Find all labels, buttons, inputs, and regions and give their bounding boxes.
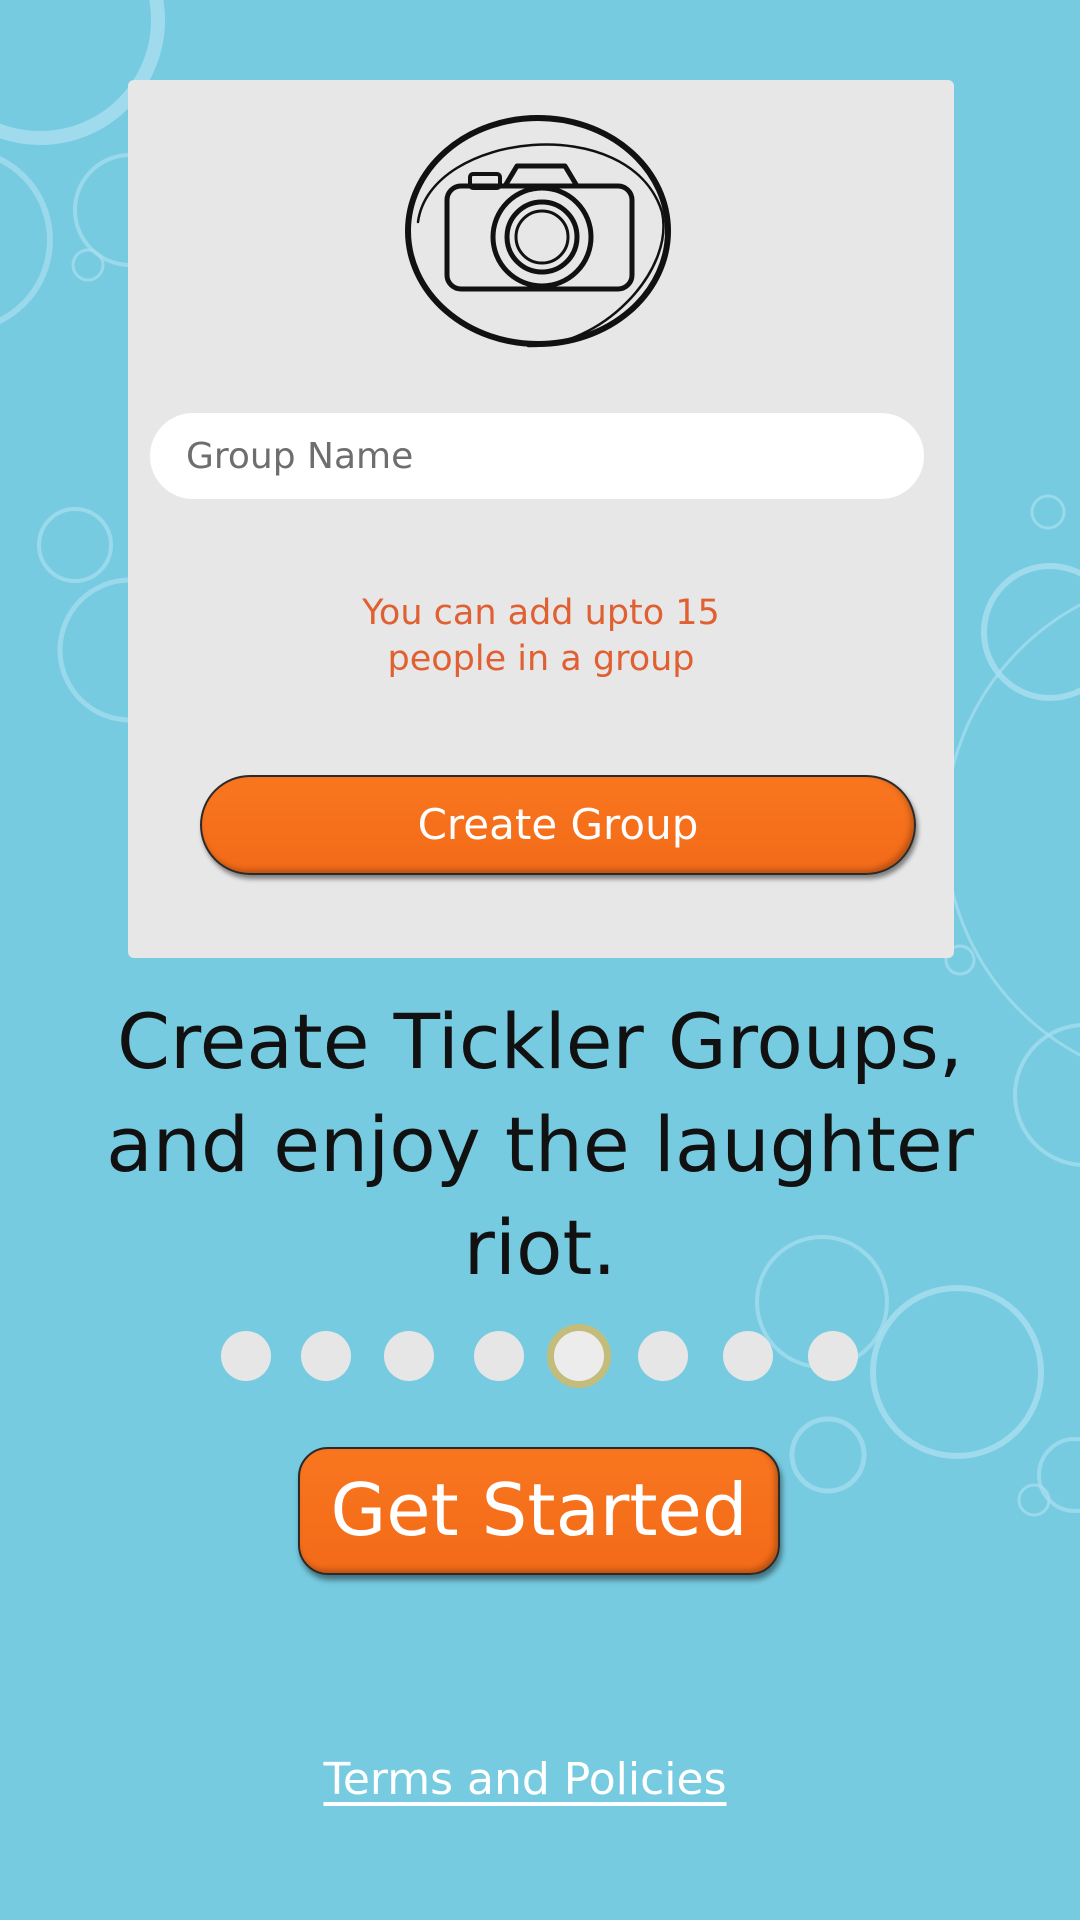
page-dot-4[interactable] (474, 1331, 524, 1381)
group-limit-note: You can add upto 15 people in a group (228, 590, 854, 682)
page-dot-1[interactable] (221, 1331, 271, 1381)
page-dot-5[interactable] (547, 1324, 611, 1388)
onboarding-headline: Create Tickler Groups, and enjoy the lau… (60, 990, 1020, 1299)
group-name-input[interactable] (150, 413, 924, 499)
terms-and-policies-link[interactable]: Terms and Policies (240, 1754, 810, 1805)
camera-icon[interactable] (400, 102, 680, 362)
page-dot-2[interactable] (301, 1331, 351, 1381)
page-dot-3[interactable] (384, 1331, 434, 1381)
headline-line-2: and enjoy the laughter (106, 1100, 974, 1189)
group-limit-note-line1: You can add upto 15 (362, 593, 720, 633)
headline-line-3: riot. (463, 1203, 617, 1292)
headline-line-1: Create Tickler Groups, (116, 997, 964, 1086)
page-dot-7[interactable] (723, 1331, 773, 1381)
get-started-button[interactable]: Get Started (298, 1447, 780, 1575)
create-group-button[interactable]: Create Group (200, 775, 916, 875)
group-limit-note-line2: people in a group (387, 639, 695, 679)
create-group-card: You can add upto 15 people in a group Cr… (128, 80, 954, 958)
page-dot-6[interactable] (638, 1331, 688, 1381)
page-dot-8[interactable] (808, 1331, 858, 1381)
page-indicator (0, 1318, 1080, 1394)
